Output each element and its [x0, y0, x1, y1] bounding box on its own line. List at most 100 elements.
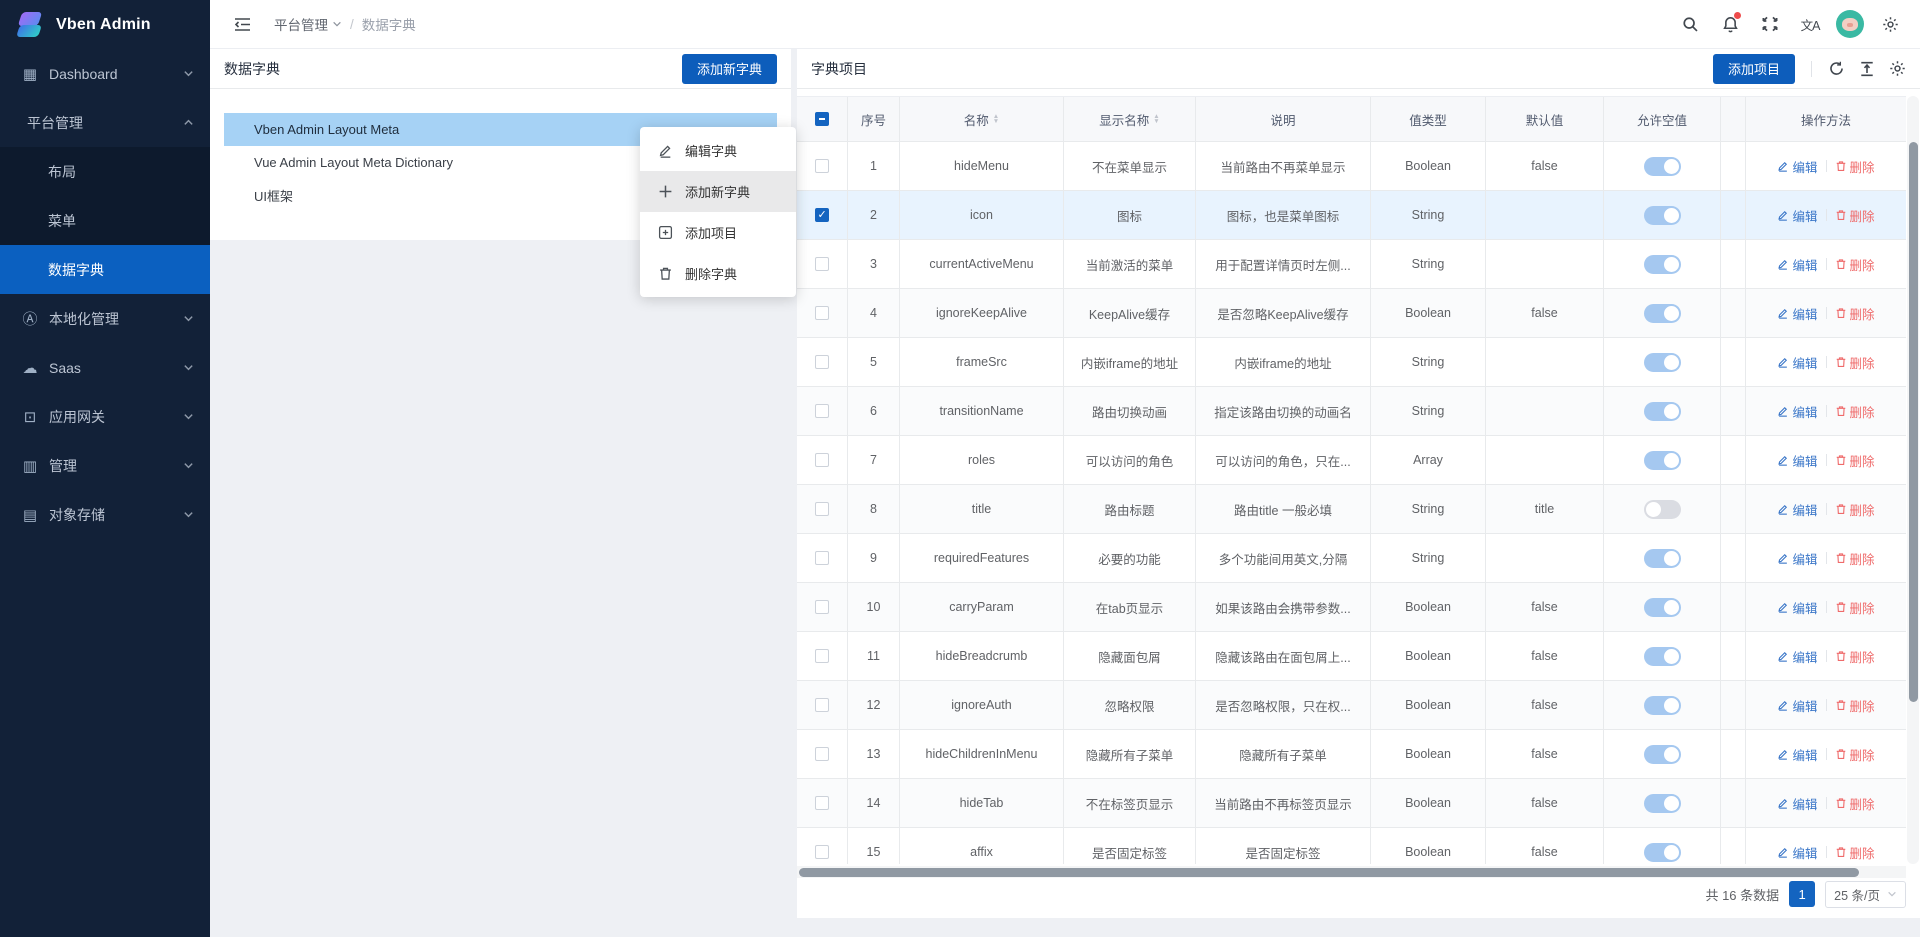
edit-button[interactable]: 编辑 [1777, 647, 1817, 666]
nullable-toggle[interactable] [1644, 402, 1681, 421]
edit-button[interactable]: 编辑 [1777, 402, 1817, 421]
nullable-toggle[interactable] [1644, 843, 1681, 862]
edit-button[interactable]: 编辑 [1777, 549, 1817, 568]
vertical-scrollbar[interactable] [1907, 96, 1919, 864]
page-size-select[interactable]: 25 条/页 [1825, 881, 1906, 908]
settings-icon[interactable] [1889, 60, 1906, 77]
edit-button[interactable]: 编辑 [1777, 745, 1817, 764]
nullable-toggle[interactable] [1644, 745, 1681, 764]
delete-button[interactable]: 删除 [1835, 157, 1875, 176]
sidebar-item[interactable]: ▦ Dashboard [0, 49, 210, 98]
fullscreen-icon[interactable] [1756, 10, 1784, 38]
edit-button[interactable]: 编辑 [1777, 451, 1817, 470]
delete-button[interactable]: 删除 [1835, 549, 1875, 568]
row-checkbox[interactable] [815, 355, 829, 369]
search-icon[interactable] [1676, 10, 1704, 38]
nullable-toggle[interactable] [1644, 794, 1681, 813]
delete-button[interactable]: 删除 [1835, 647, 1875, 666]
breadcrumb-root[interactable]: 平台管理 [274, 14, 342, 34]
sidebar-item[interactable]: 菜单 [0, 196, 210, 245]
sidebar-item[interactable]: Ⓐ 本地化管理 [0, 294, 210, 343]
sidebar-item[interactable]: ▥ 管理 [0, 441, 210, 490]
delete-button[interactable]: 删除 [1835, 255, 1875, 274]
sort-icon[interactable]: ▲▼ [1153, 114, 1159, 124]
row-checkbox[interactable] [815, 796, 829, 810]
edit-button[interactable]: 编辑 [1777, 843, 1817, 862]
row-checkbox[interactable] [815, 502, 829, 516]
row-checkbox[interactable] [815, 208, 829, 222]
nullable-toggle[interactable] [1644, 451, 1681, 470]
sort-icon[interactable]: ▲▼ [993, 114, 999, 124]
row-height-icon[interactable] [1859, 61, 1875, 77]
delete-button[interactable]: 删除 [1835, 500, 1875, 519]
context-menu-item-edit-dictionary[interactable]: 编辑字典 [640, 130, 796, 171]
row-checkbox[interactable] [815, 453, 829, 467]
delete-button[interactable]: 删除 [1835, 745, 1875, 764]
sidebar-item[interactable]: ⊡ 应用网关 [0, 392, 210, 441]
row-checkbox[interactable] [815, 306, 829, 320]
delete-button[interactable]: 删除 [1835, 353, 1875, 372]
edit-button[interactable]: 编辑 [1777, 304, 1817, 323]
delete-button[interactable]: 删除 [1835, 696, 1875, 715]
delete-button[interactable]: 删除 [1835, 206, 1875, 225]
context-menu-item-add-item[interactable]: 添加项目 [640, 212, 796, 253]
edit-button[interactable]: 编辑 [1777, 206, 1817, 225]
add-item-button[interactable]: 添加项目 [1713, 54, 1795, 84]
refresh-icon[interactable] [1828, 60, 1845, 77]
row-checkbox[interactable] [815, 551, 829, 565]
sidebar-item[interactable]: 平台管理 [0, 98, 210, 147]
nullable-toggle[interactable] [1644, 696, 1681, 715]
row-checkbox[interactable] [815, 649, 829, 663]
page-number-button[interactable]: 1 [1789, 881, 1815, 907]
edit-button[interactable]: 编辑 [1777, 500, 1817, 519]
row-checkbox[interactable] [815, 845, 829, 859]
cell-index: 12 [848, 681, 900, 729]
sidebar-item[interactable]: ☁ Saas [0, 343, 210, 392]
delete-button[interactable]: 删除 [1835, 843, 1875, 862]
edit-button[interactable]: 编辑 [1777, 598, 1817, 617]
sidebar-item[interactable]: 布局 [0, 147, 210, 196]
context-menu-item-add-dictionary[interactable]: 添加新字典 [640, 171, 796, 212]
nullable-toggle[interactable] [1644, 598, 1681, 617]
avatar[interactable] [1836, 10, 1864, 38]
nullable-toggle[interactable] [1644, 255, 1681, 274]
nullable-toggle[interactable] [1644, 647, 1681, 666]
delete-button[interactable]: 删除 [1835, 794, 1875, 813]
column-header-display-name[interactable]: 显示名称 ▲▼ [1064, 97, 1196, 141]
gear-icon[interactable] [1876, 10, 1904, 38]
nullable-toggle[interactable] [1644, 549, 1681, 568]
translate-icon[interactable]: 文A [1796, 10, 1824, 38]
delete-button[interactable]: 删除 [1835, 402, 1875, 421]
edit-button[interactable]: 编辑 [1777, 696, 1817, 715]
column-header-name[interactable]: 名称 ▲▼ [900, 97, 1064, 141]
edit-button[interactable]: 编辑 [1777, 157, 1817, 176]
scrollbar-thumb[interactable] [1909, 142, 1918, 702]
sidebar-item[interactable]: 数据字典 [0, 245, 210, 294]
nullable-toggle[interactable] [1644, 500, 1681, 519]
nullable-toggle[interactable] [1644, 157, 1681, 176]
row-checkbox[interactable] [815, 698, 829, 712]
select-all-checkbox[interactable] [815, 112, 829, 126]
edit-button[interactable]: 编辑 [1777, 353, 1817, 372]
row-checkbox[interactable] [815, 404, 829, 418]
bell-icon[interactable] [1716, 10, 1744, 38]
horizontal-scrollbar[interactable] [797, 866, 1906, 878]
add-dictionary-button[interactable]: 添加新字典 [682, 54, 777, 84]
delete-button[interactable]: 删除 [1835, 304, 1875, 323]
row-checkbox[interactable] [815, 159, 829, 173]
row-checkbox[interactable] [815, 600, 829, 614]
row-checkbox[interactable] [815, 747, 829, 761]
edit-button[interactable]: 编辑 [1777, 794, 1817, 813]
nullable-toggle[interactable] [1644, 353, 1681, 372]
menu-collapse-icon[interactable] [228, 10, 256, 38]
scrollbar-thumb[interactable] [799, 868, 1859, 877]
delete-button[interactable]: 删除 [1835, 451, 1875, 470]
edit-button[interactable]: 编辑 [1777, 255, 1817, 274]
nullable-toggle[interactable] [1644, 304, 1681, 323]
delete-button[interactable]: 删除 [1835, 598, 1875, 617]
nullable-toggle[interactable] [1644, 206, 1681, 225]
context-menu-item-delete-dictionary[interactable]: 删除字典 [640, 253, 796, 294]
sidebar-item[interactable]: ▤ 对象存储 [0, 490, 210, 539]
row-checkbox[interactable] [815, 257, 829, 271]
app-logo[interactable]: Vben Admin [0, 0, 210, 49]
